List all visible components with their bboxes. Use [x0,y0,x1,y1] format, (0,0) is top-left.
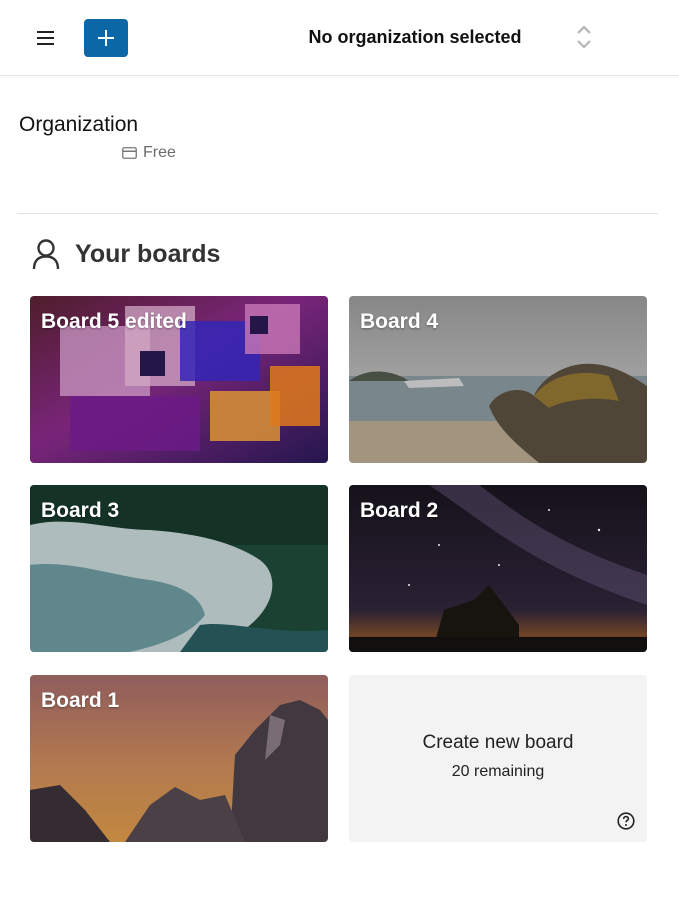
add-board-button[interactable] [84,19,128,57]
organization-selector-label: No organization selected [308,27,522,47]
section-title: Your boards [75,239,221,268]
help-circle-icon[interactable] [617,812,635,830]
plan-label: Free [143,144,176,161]
board-card-2[interactable]: Board 2 [349,485,647,652]
plan-badge: Free [122,144,176,162]
create-board-card[interactable]: Create new board 20 remaining [349,675,647,842]
boards-section-header: Your boards [31,238,220,270]
organization-title: Organization [19,113,139,136]
user-icon [32,239,60,270]
board-card-5[interactable]: Board 5 edited [30,296,328,463]
board-title: Board 1 [41,689,120,712]
divider [17,213,658,214]
board-card-1[interactable]: Board 1 [30,675,328,842]
create-board-label: Create new board [422,732,574,753]
board-title: Board 5 edited [41,310,187,333]
organization-selector[interactable]: No organization selected [250,14,610,62]
remaining-count: 20 remaining [451,763,545,780]
menu-button[interactable] [30,24,62,52]
board-title: Board 2 [360,499,439,522]
up-down-chevrons-icon [577,25,591,49]
credit-card-icon [122,147,137,159]
board-title: Board 4 [360,310,439,333]
board-card-4[interactable]: Board 4 [349,296,647,463]
hamburger-menu-icon [37,31,54,45]
board-title: Board 3 [41,499,120,522]
top-navbar: No organization selected [0,0,679,76]
board-card-3[interactable]: Board 3 [30,485,328,652]
plus-icon [98,30,114,46]
